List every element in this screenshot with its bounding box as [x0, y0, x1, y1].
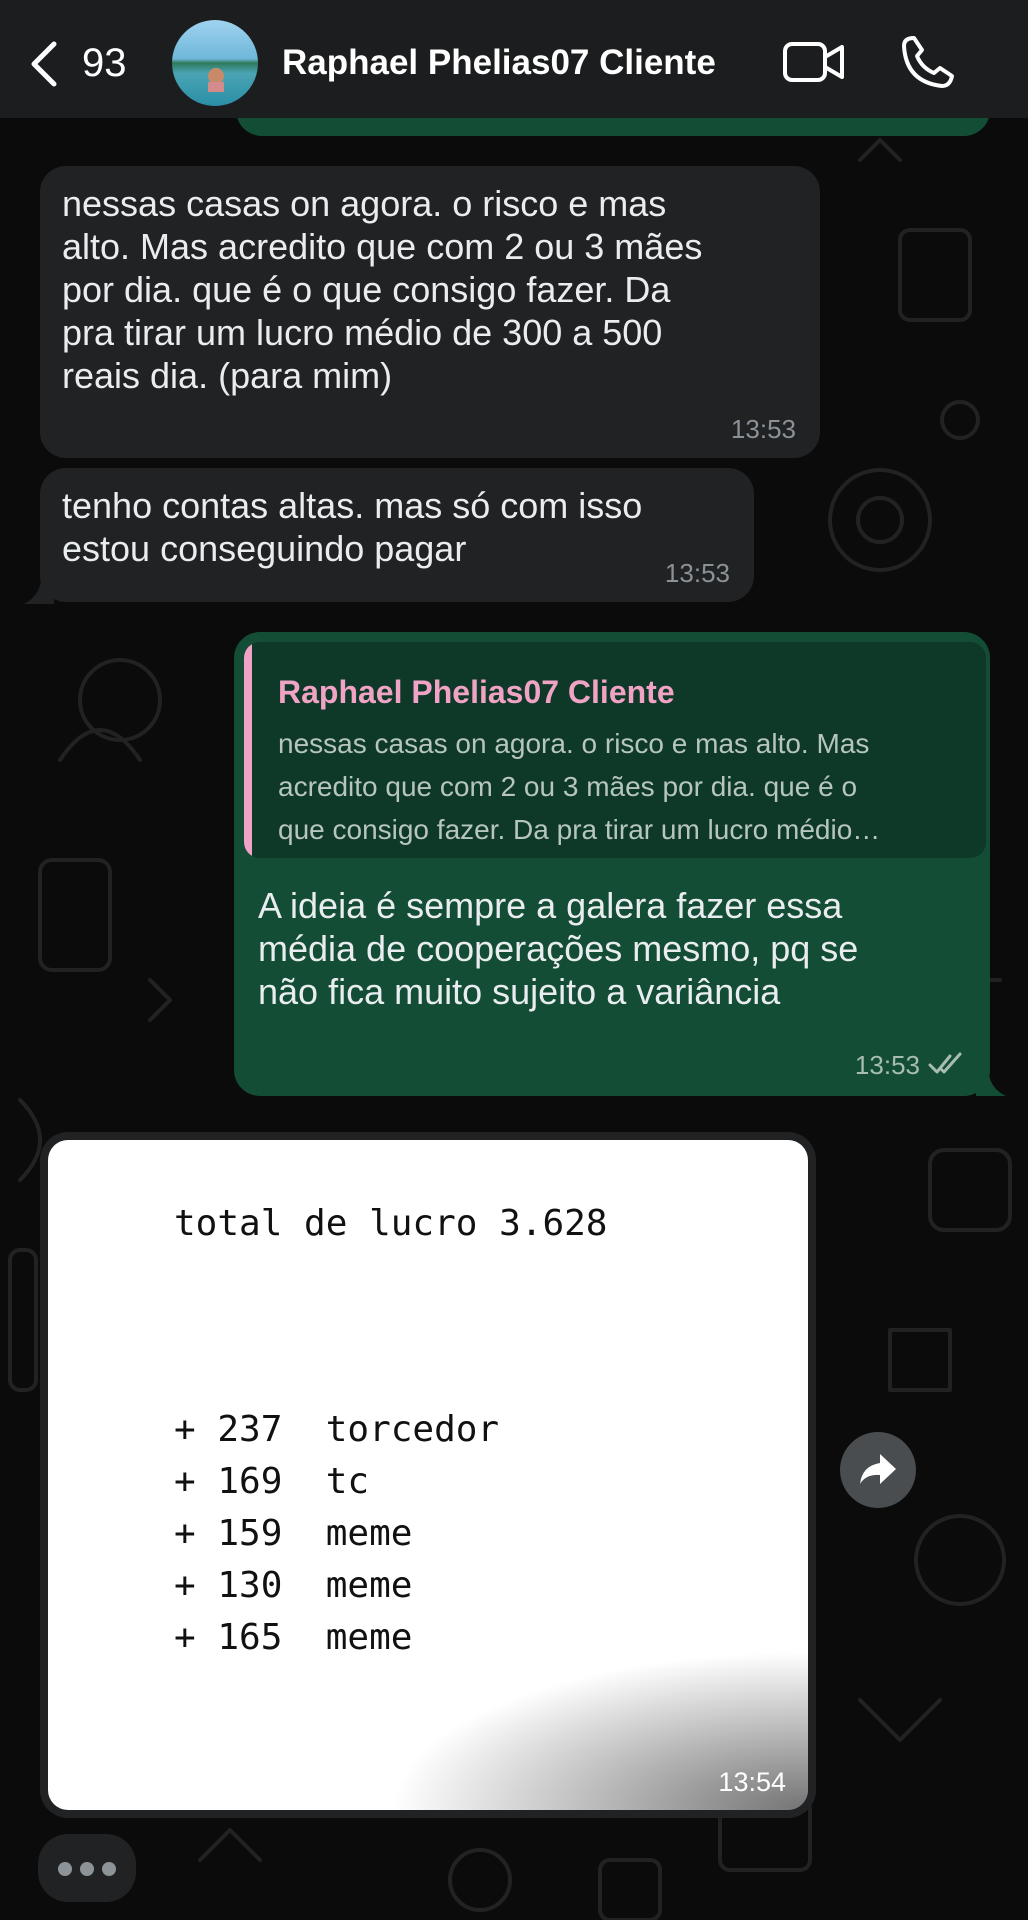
video-call-icon[interactable] [782, 38, 846, 86]
message-time: 13:54 [718, 1767, 786, 1797]
quote-text: nessas casas on agora. o risco e mas alt… [278, 722, 978, 851]
incoming-message[interactable]: nessas casas on agora. o risco e mas alt… [40, 166, 820, 458]
typing-dots-icon [102, 1862, 116, 1876]
message-text: nessas casas on agora. o risco e mas alt… [62, 183, 703, 396]
incoming-image-message[interactable]: total de lucro 3.628 + 237 torcedor + 16… [40, 1132, 816, 1818]
quoted-message[interactable]: Raphael Phelias07 Cliente nessas casas o… [244, 642, 986, 858]
message-time: 13:53 [664, 558, 730, 588]
contact-name[interactable]: Raphael Phelias07 Cliente [282, 40, 716, 86]
quote-line: acredito que com 2 ou 3 mães por dia. qu… [278, 771, 858, 802]
typing-indicator [38, 1834, 136, 1902]
message-text: A ideia é sempre a galera fazer essa méd… [258, 885, 859, 1012]
bubble-tail [24, 576, 54, 604]
bubble-tail [976, 1066, 1006, 1096]
quote-line: que consigo fazer. Da pra tirar um lucro… [278, 814, 881, 845]
quote-author: Raphael Phelias07 Cliente [278, 674, 675, 710]
avatar[interactable] [172, 20, 258, 106]
chevron-left-icon [31, 41, 57, 87]
outgoing-message[interactable]: Raphael Phelias07 Cliente nessas casas o… [234, 632, 990, 1096]
forward-button[interactable] [840, 1432, 916, 1508]
image-text-row: + 237 torcedor [174, 1409, 500, 1450]
unread-count: 93 [82, 41, 127, 85]
image-text-row: + 159 meme [174, 1513, 413, 1554]
image-text-row: + 130 meme [174, 1565, 413, 1606]
image-text-row: + 165 meme [174, 1617, 413, 1658]
phone-icon[interactable] [900, 34, 956, 90]
quote-line: nessas casas on agora. o risco e mas alt… [278, 728, 870, 759]
chat-header: 93 Raphael Phelias07 Cliente [0, 0, 1028, 118]
image-text-total: total de lucro 3.628 [174, 1203, 608, 1244]
image-text-row: + 169 tc [174, 1461, 370, 1502]
incoming-message[interactable]: tenho contas altas. mas só com isso esto… [40, 468, 754, 602]
forward-icon [860, 1454, 896, 1484]
avatar-photo [172, 20, 258, 106]
message-time: 13:53 [854, 1050, 920, 1080]
typing-dots-icon [58, 1862, 72, 1876]
typing-dots-icon [80, 1862, 94, 1876]
back-button[interactable]: 93 [26, 34, 146, 92]
message-text: tenho contas altas. mas só com isso esto… [62, 485, 643, 569]
image-attachment[interactable]: total de lucro 3.628 + 237 torcedor + 16… [48, 1140, 808, 1810]
double-check-icon [928, 1052, 962, 1074]
message-time: 13:53 [730, 414, 796, 444]
quote-accent-bar [244, 642, 252, 858]
